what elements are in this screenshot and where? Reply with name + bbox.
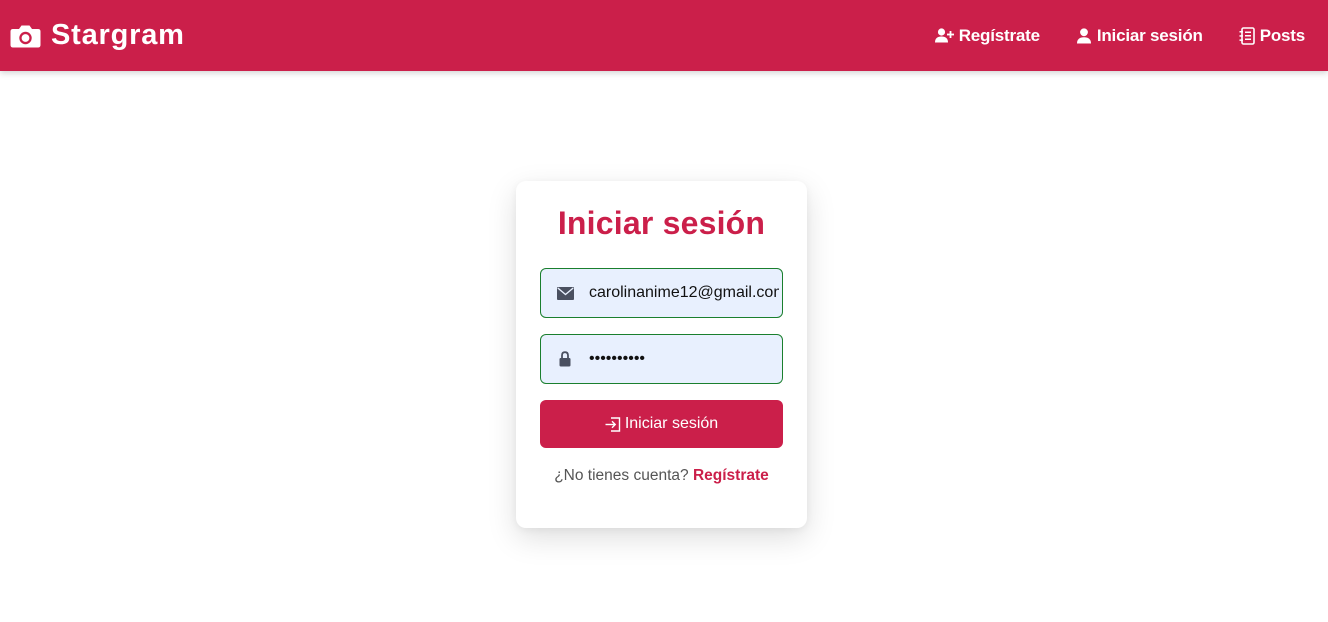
page-title: Iniciar sesión — [557, 205, 766, 241]
register-link[interactable]: Regístrate — [693, 467, 769, 484]
nav-link-login-label: Iniciar sesión — [1096, 25, 1203, 45]
nav-link-register-label: Regístrate — [958, 25, 1040, 45]
password-field — [540, 334, 783, 384]
login-button-label: Iniciar sesión — [624, 415, 719, 432]
brand-name: Stargram — [51, 19, 185, 51]
journal-icon — [1239, 26, 1255, 45]
nav-link-register[interactable]: Regístrate — [934, 25, 1040, 46]
nav-link-login[interactable]: Iniciar sesión — [1076, 26, 1203, 46]
brand-link[interactable]: Stargram — [10, 0, 185, 71]
lock-icon — [541, 351, 589, 367]
user-icon — [1076, 27, 1092, 44]
register-prompt: ¿No tienes cuenta? — [554, 467, 689, 484]
register-prompt-line: ¿No tienes cuenta? Regístrate — [516, 467, 807, 485]
login-card: Iniciar sesión Iniciar sesión — [516, 181, 807, 528]
top-navbar: Stargram Regístrate Iniciar sesión Posts — [0, 0, 1328, 71]
email-input[interactable] — [589, 284, 779, 302]
login-button[interactable]: Iniciar sesión — [540, 400, 783, 448]
nav-link-posts[interactable]: Posts — [1239, 26, 1305, 46]
user-plus-icon — [934, 28, 954, 43]
email-field — [540, 268, 783, 318]
envelope-icon — [541, 286, 589, 300]
password-input[interactable] — [589, 350, 779, 368]
camera-icon — [10, 24, 41, 48]
sign-in-icon — [605, 416, 621, 432]
nav-link-posts-label: Posts — [1259, 25, 1305, 45]
nav-links: Regístrate Iniciar sesión Posts — [899, 0, 1305, 71]
